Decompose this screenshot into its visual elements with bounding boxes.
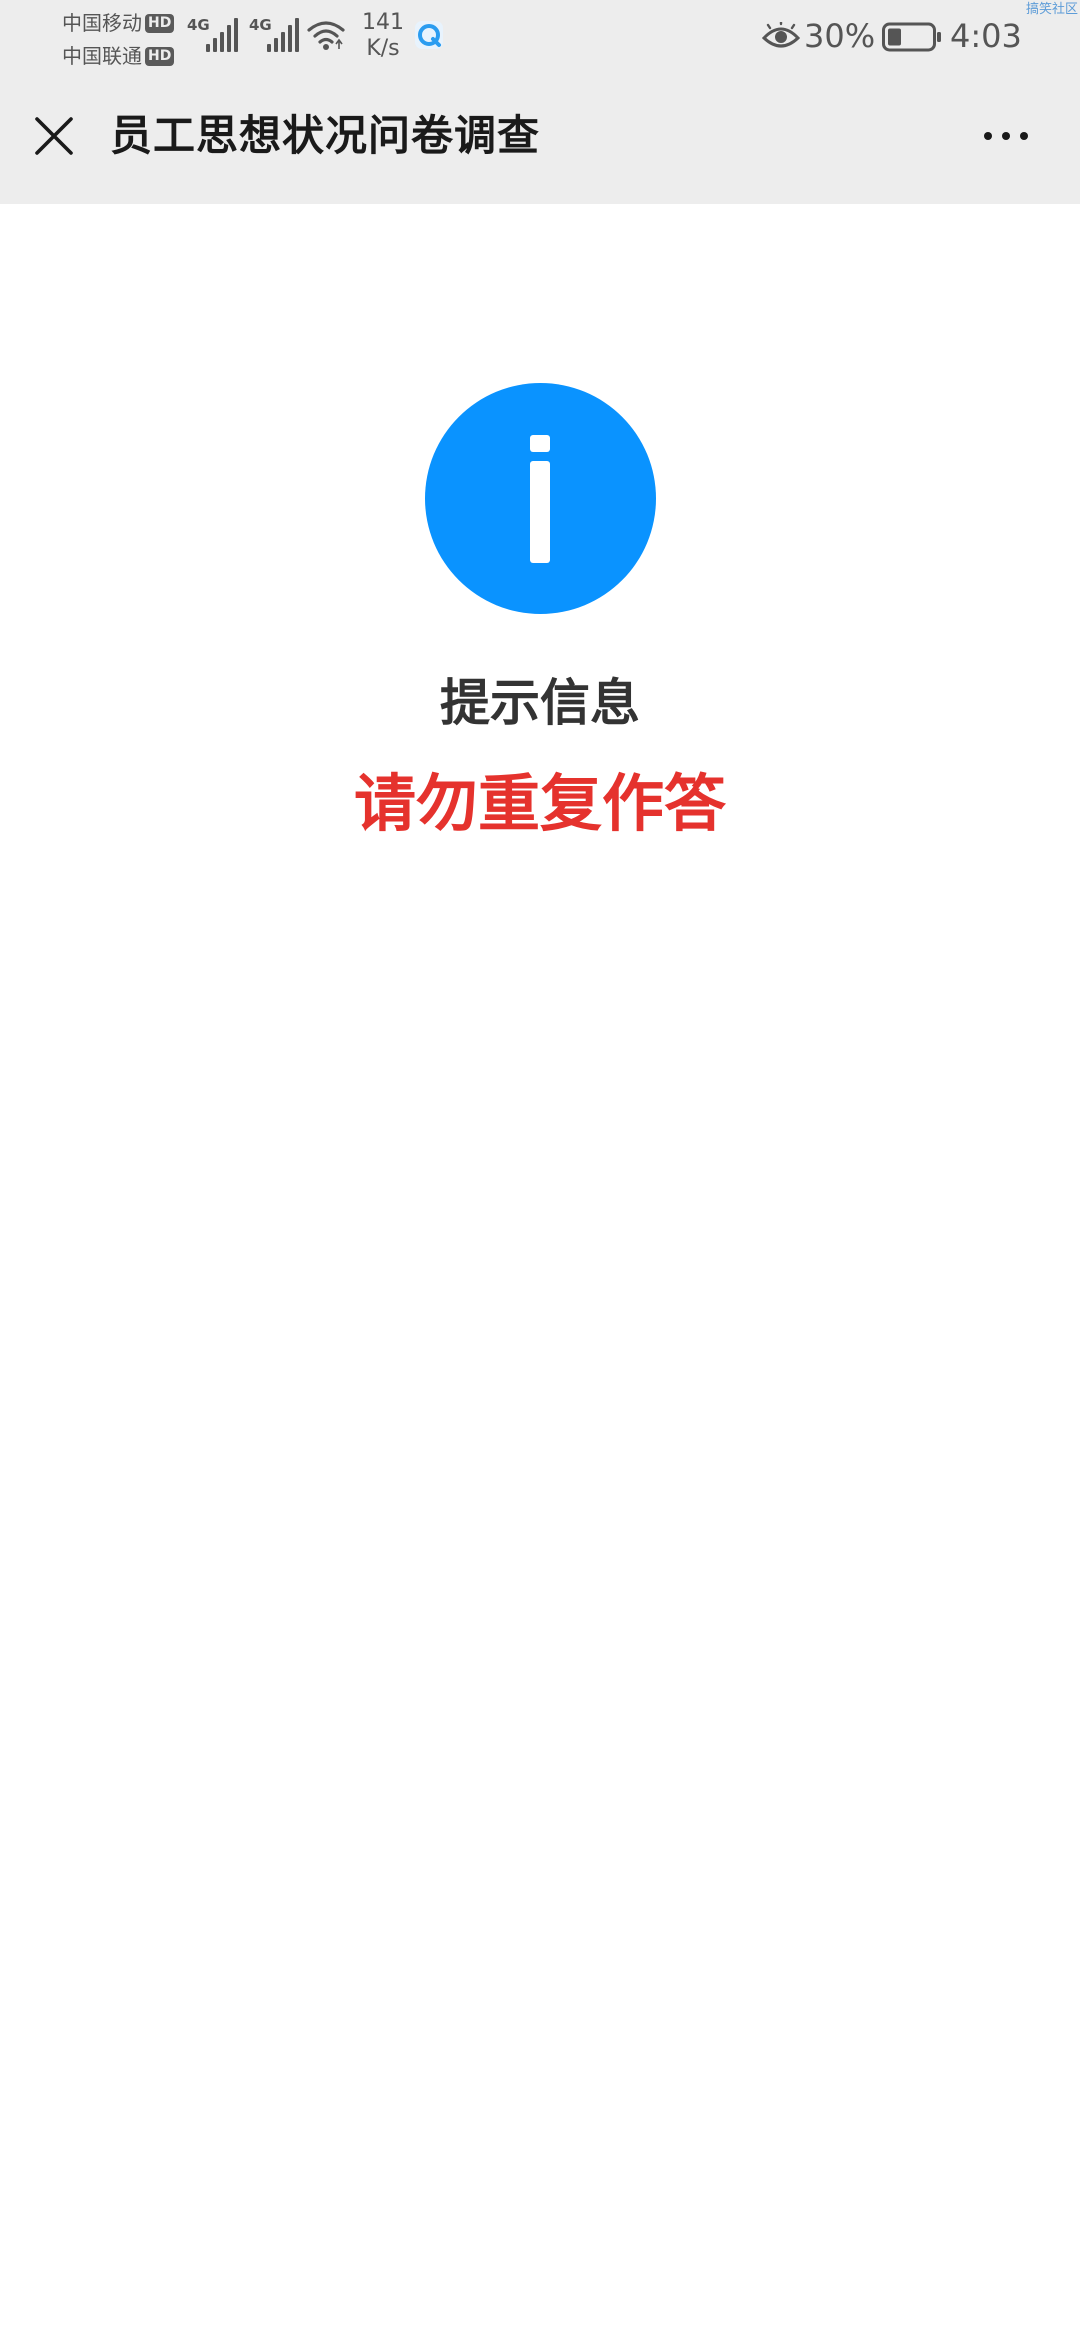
- status-bar: 中国移动 HD 中国联通 HD 4G 4G 141 K/s 30% 4:03 搞…: [0, 0, 1080, 72]
- close-button[interactable]: [22, 104, 86, 168]
- corner-watermark: 搞笑社区: [1025, 2, 1078, 17]
- signal-strength-icon: [206, 18, 242, 52]
- network-speed-unit: K/s: [366, 36, 400, 61]
- hd-badge: HD: [145, 47, 175, 66]
- carrier-list: 中国移动 HD 中国联通 HD: [62, 6, 182, 72]
- battery-percentage: 30%: [804, 17, 876, 55]
- carrier-name: 中国移动: [62, 11, 142, 35]
- browser-app-icon: [415, 21, 443, 49]
- close-icon: [35, 117, 73, 155]
- status-time: 4:03: [950, 17, 1022, 55]
- info-icon: [425, 383, 656, 614]
- battery-icon: [882, 22, 941, 52]
- network-speed-value: 141: [362, 10, 404, 35]
- signal-strength-icon: [267, 18, 303, 52]
- warning-message: 请勿重复作答: [353, 767, 726, 840]
- network-speed: 141 K/s: [358, 10, 408, 62]
- hd-badge: HD: [145, 14, 175, 33]
- page-title: 员工思想状况问卷调查: [110, 111, 541, 160]
- wifi-icon: [307, 21, 345, 50]
- carrier-row: 中国移动 HD: [62, 6, 182, 39]
- page: 中国移动 HD 中国联通 HD 4G 4G 141 K/s 30% 4:03 搞…: [0, 0, 1080, 2340]
- carrier-row: 中国联通 HD: [62, 39, 182, 72]
- message-title: 提示信息: [440, 674, 640, 732]
- more-button[interactable]: [966, 104, 1046, 168]
- title-bar: 员工思想状况问卷调查: [0, 72, 1080, 204]
- more-icon: [979, 132, 1033, 140]
- carrier-name: 中国联通: [62, 44, 142, 68]
- eye-comfort-icon: [762, 22, 800, 48]
